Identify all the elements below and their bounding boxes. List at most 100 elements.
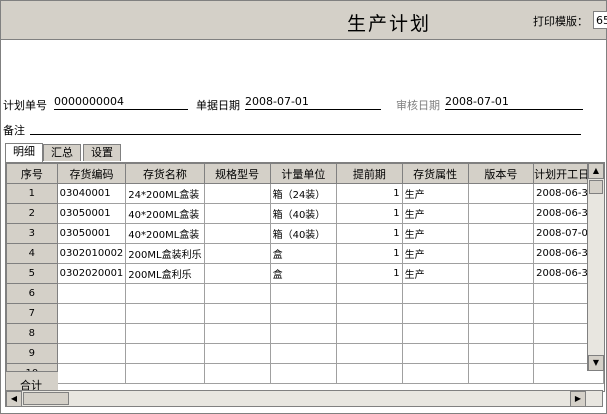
cell-code[interactable] [56,323,127,344]
cell-unit[interactable] [269,343,338,364]
audit-date-field[interactable]: 2008-07-01 [445,95,583,110]
cell-spec[interactable] [203,323,271,344]
arrow-left-icon[interactable]: ◀ [6,391,22,407]
cell-name[interactable]: 40*200ML盒装 [125,223,205,244]
cell-lead[interactable] [336,303,403,324]
col-header-no[interactable]: 序号 [6,163,58,184]
cell-spec[interactable] [203,263,271,284]
table-row[interactable]: 5 0302020001 200ML盒利乐 盒 1 生产 2008-06-30 [6,263,604,284]
cell-lead[interactable]: 1 [336,243,403,264]
cell-ver[interactable] [467,303,535,324]
cell-unit[interactable] [269,363,338,384]
cell-attr[interactable]: 生产 [401,243,469,264]
cell-spec[interactable] [203,243,271,264]
arrow-right-icon[interactable]: ▶ [570,391,586,407]
cell-code[interactable]: 03050001 [56,223,127,244]
arrow-up-icon[interactable]: ▲ [588,163,604,179]
table-row[interactable]: 1 03040001 24*200ML盒装 箱（24装） 1 生产 2008-0… [6,183,604,204]
cell-code[interactable]: 03040001 [56,183,127,204]
cell-spec[interactable] [203,223,271,244]
cell-code[interactable]: 03050001 [56,203,127,224]
table-row[interactable]: 8 [6,323,604,344]
col-header-unit[interactable]: 计量单位 [269,163,338,184]
cell-ver[interactable] [467,243,535,264]
cell-ver[interactable] [467,203,535,224]
cell-unit[interactable]: 盒 [269,243,338,264]
table-row[interactable]: 9 [6,343,604,364]
cell-lead[interactable] [336,363,403,384]
cell-code[interactable] [56,363,127,384]
cell-ver[interactable] [467,263,535,284]
cell-code[interactable] [56,283,127,304]
remark-field[interactable] [30,120,581,135]
cell-lead[interactable] [336,343,403,364]
doc-date-field[interactable]: 2008-07-01 [245,95,381,110]
tab-summary[interactable]: 汇总 [43,144,81,161]
cell-name[interactable] [125,283,205,304]
table-row[interactable]: 3 03050001 40*200ML盒装 箱（40装） 1 生产 2008-0… [6,223,604,244]
cell-spec[interactable] [203,183,271,204]
cell-attr[interactable]: 生产 [401,203,469,224]
horizontal-scrollbar[interactable]: ◀ ▶ [5,390,603,407]
cell-unit[interactable] [269,303,338,324]
horizontal-scroll-thumb[interactable] [23,392,69,405]
table-row[interactable]: 10 [6,363,604,384]
cell-ver[interactable] [467,343,535,364]
cell-name[interactable]: 200ML盒装利乐 [125,243,205,264]
table-row[interactable]: 7 [6,303,604,324]
cell-lead[interactable]: 1 [336,263,403,284]
cell-attr[interactable]: 生产 [401,183,469,204]
cell-spec[interactable] [203,343,271,364]
cell-ver[interactable] [467,183,535,204]
cell-name[interactable] [125,323,205,344]
cell-attr[interactable] [401,343,469,364]
cell-code[interactable] [56,343,127,364]
cell-unit[interactable]: 箱（40装） [269,203,338,224]
cell-spec[interactable] [203,363,271,384]
col-header-ver[interactable]: 版本号 [467,163,535,184]
cell-attr[interactable]: 生产 [401,263,469,284]
cell-lead[interactable]: 1 [336,223,403,244]
cell-name[interactable] [125,343,205,364]
cell-attr[interactable] [401,363,469,384]
cell-ver[interactable] [467,283,535,304]
cell-lead[interactable] [336,323,403,344]
col-header-attr[interactable]: 存货属性 [401,163,469,184]
arrow-down-icon[interactable]: ▼ [588,355,604,371]
cell-lead[interactable]: 1 [336,183,403,204]
cell-unit[interactable]: 箱（24装） [269,183,338,204]
cell-attr[interactable] [401,323,469,344]
table-row[interactable]: 6 [6,283,604,304]
cell-name[interactable]: 40*200ML盒装 [125,203,205,224]
col-header-spec[interactable]: 规格型号 [203,163,271,184]
cell-unit[interactable]: 盒 [269,263,338,284]
cell-spec[interactable] [203,203,271,224]
cell-attr[interactable]: 生产 [401,223,469,244]
cell-code[interactable]: 0302010002 [56,243,127,264]
col-header-name[interactable]: 存货名称 [125,163,205,184]
vertical-scroll-thumb[interactable] [589,180,603,194]
cell-lead[interactable] [336,283,403,304]
print-template-select[interactable]: 65 [593,11,607,29]
cell-attr[interactable] [401,303,469,324]
cell-ver[interactable] [467,363,535,384]
cell-lead[interactable]: 1 [336,203,403,224]
table-row[interactable]: 4 0302010002 200ML盒装利乐 盒 1 生产 2008-06-30 [6,243,604,264]
cell-name[interactable] [125,303,205,324]
cell-ver[interactable] [467,323,535,344]
tab-settings[interactable]: 设置 [83,144,121,161]
cell-unit[interactable] [269,323,338,344]
plan-no-field[interactable]: 0000000004 [54,95,188,110]
tab-detail[interactable]: 明细 [5,143,43,162]
cell-name[interactable] [125,363,205,384]
cell-code[interactable] [56,303,127,324]
cell-spec[interactable] [203,303,271,324]
vertical-scrollbar[interactable]: ▲ ▼ [587,163,604,371]
cell-spec[interactable] [203,283,271,304]
cell-unit[interactable]: 箱（40装） [269,223,338,244]
cell-unit[interactable] [269,283,338,304]
col-header-lead[interactable]: 提前期 [336,163,403,184]
col-header-code[interactable]: 存货编码 [56,163,127,184]
table-row[interactable]: 2 03050001 40*200ML盒装 箱（40装） 1 生产 2008-0… [6,203,604,224]
cell-name[interactable]: 200ML盒利乐 [125,263,205,284]
